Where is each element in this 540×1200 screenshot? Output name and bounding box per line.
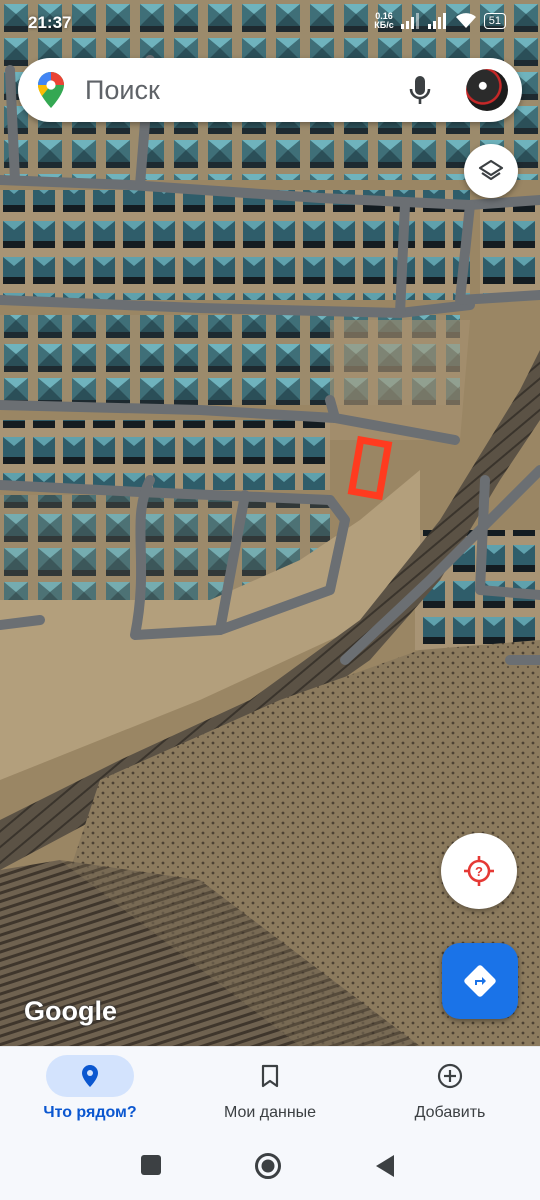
search-input[interactable]: Поиск (85, 75, 160, 106)
status-bar: 21:37 0.16 КБ/с 51 (0, 0, 540, 48)
google-attribution: Google (24, 996, 117, 1026)
wifi-icon (455, 13, 476, 28)
bottom-navigation: Что рядом? Мои данные Добавить (0, 1046, 540, 1135)
home-button-icon[interactable] (254, 1152, 282, 1180)
add-circle-icon (437, 1063, 463, 1089)
status-time: 21:37 (28, 13, 72, 32)
tab-explore[interactable]: Что рядом? (0, 1047, 180, 1135)
layers-icon (478, 159, 504, 181)
directions-icon (464, 965, 496, 997)
network-speed: 0.16 КБ/с (374, 11, 394, 30)
google-maps-logo-icon (38, 72, 64, 108)
directions-button[interactable] (442, 943, 518, 1019)
my-location-button[interactable]: ? (441, 833, 517, 909)
status-icons: 0.16 КБ/с 51 (374, 12, 506, 30)
search-bar[interactable]: Поиск (18, 58, 522, 122)
tab-label: Мои данные (223, 1104, 317, 1121)
tab-label: Что рядом? (43, 1104, 137, 1121)
tab-contribute[interactable]: Добавить (360, 1047, 540, 1135)
battery-indicator: 51 (483, 13, 506, 29)
tab-label: Добавить (414, 1104, 486, 1121)
svg-text:?: ? (475, 864, 483, 879)
tab-saved[interactable]: Мои данные (180, 1047, 360, 1135)
location-unknown-icon: ? (464, 856, 494, 886)
layers-button[interactable] (464, 144, 518, 198)
signal-icon (400, 13, 419, 29)
microphone-icon[interactable] (408, 75, 432, 107)
bookmark-icon (261, 1064, 279, 1088)
back-button-icon[interactable] (374, 1154, 396, 1178)
account-avatar[interactable] (466, 69, 508, 111)
recents-button-icon[interactable] (140, 1154, 162, 1176)
location-pin-icon (82, 1065, 98, 1087)
system-navigation-bar (0, 1134, 540, 1200)
signal-icon-2 (427, 13, 446, 29)
